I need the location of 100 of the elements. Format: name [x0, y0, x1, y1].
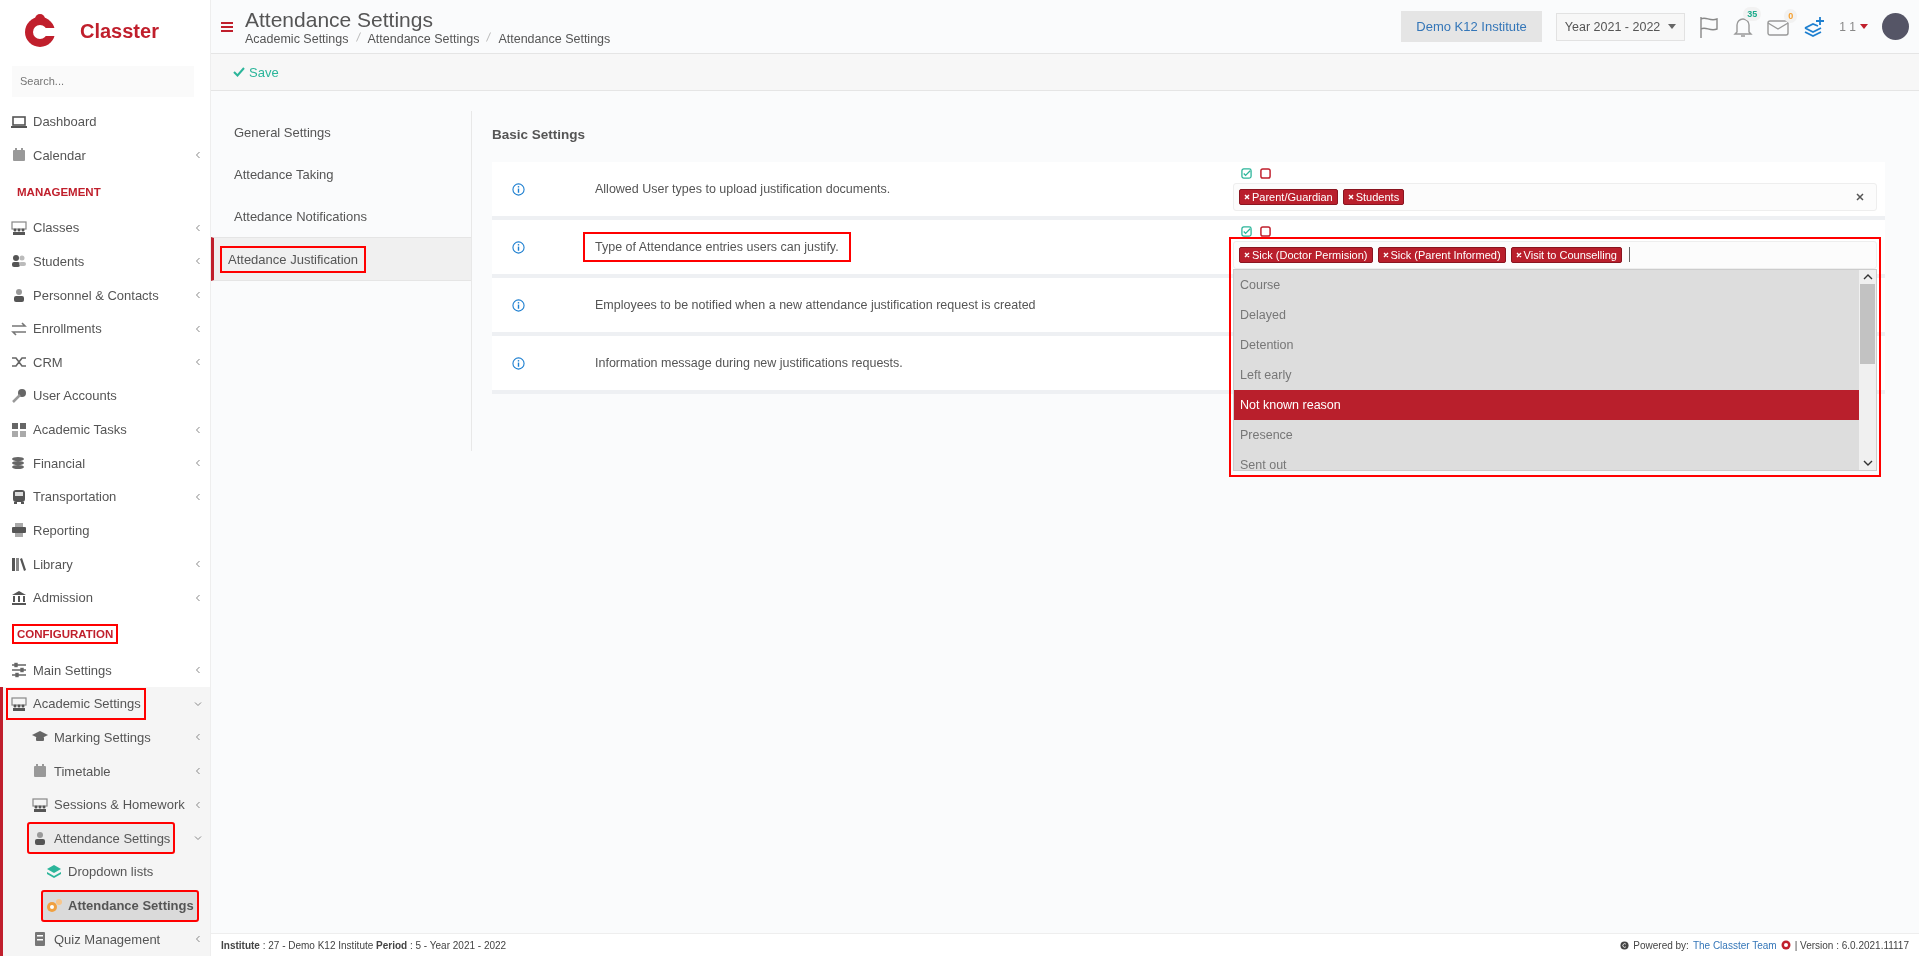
books-icon	[11, 556, 27, 573]
layers-icon	[46, 863, 62, 880]
envelope-icon[interactable]	[1767, 17, 1790, 36]
bus-icon	[11, 488, 27, 505]
person-icon	[32, 830, 48, 847]
section-heading: CONFIGURATION	[12, 623, 119, 644]
flag-icon[interactable]	[1699, 15, 1720, 38]
section-heading: MANAGEMENT	[16, 184, 102, 200]
info-icon[interactable]	[512, 356, 525, 370]
list-icon	[32, 931, 48, 948]
team-link[interactable]: The Classter Team	[1692, 939, 1777, 951]
multi-select-field[interactable]: Sick (Doctor Permision) Sick (Parent Informed) Visit to Counselling	[1233, 240, 1877, 269]
bell-icon[interactable]	[1733, 15, 1754, 38]
remove-icon[interactable]	[1515, 251, 1522, 258]
sidebar-item[interactable]: Enrollments	[6, 312, 202, 345]
notification-badge: 35	[1743, 6, 1762, 21]
menu-icon[interactable]	[221, 21, 233, 32]
sidebar-item[interactable]: CRM	[6, 346, 202, 379]
tag[interactable]: Visit to Counselling	[1510, 246, 1622, 263]
scroll-down-icon[interactable]	[1862, 459, 1873, 466]
info-icon[interactable]	[512, 298, 525, 312]
sidebar-item[interactable]: Admission	[6, 581, 202, 614]
sidebar-item[interactable]: Academic Settings	[6, 687, 146, 720]
sidebar-item[interactable]: Transportation	[6, 480, 202, 513]
message-badge: 0	[1784, 8, 1798, 23]
settings-tab[interactable]: Attedance Taking	[226, 160, 342, 188]
institute-button[interactable]: Demo K12 Institute	[1401, 11, 1542, 42]
sidebar-item[interactable]: Classes	[6, 211, 202, 244]
check-icon	[233, 67, 245, 77]
sidebar-item[interactable]: Dashboard	[6, 105, 202, 138]
search-field[interactable]: Search...	[12, 65, 194, 97]
tag[interactable]: Sick (Parent Informed)	[1377, 246, 1506, 263]
breadcrumb-link[interactable]: Academic Settings	[245, 31, 349, 46]
dropdown-option[interactable]: Not known reason	[1234, 389, 1859, 420]
classes-icon	[11, 695, 27, 712]
sidebar-item[interactable]: Reporting	[6, 514, 202, 547]
setting-label: Allowed User types to upload justification documents.	[594, 181, 892, 198]
sidebar-item[interactable]: Financial	[6, 447, 202, 480]
scrollbar[interactable]	[1859, 269, 1876, 470]
sidebar-item[interactable]: Academic Tasks	[6, 413, 202, 446]
sidebar-item[interactable]: Students	[6, 245, 202, 278]
deselect-all-icon[interactable]	[1260, 167, 1271, 179]
deselect-all-icon[interactable]	[1260, 225, 1271, 237]
setting-label: Information message during new justifications requests.	[594, 355, 904, 372]
sidebar-item[interactable]: Attendance Settings	[41, 889, 199, 922]
remove-icon[interactable]	[1382, 251, 1389, 258]
caret-icon[interactable]	[1860, 24, 1868, 29]
people-icon	[11, 253, 27, 270]
info-icon[interactable]	[512, 240, 525, 254]
sidebar-item[interactable]: Personnel & Contacts	[6, 279, 202, 312]
setting-label: Type of Attendance entries users can justify.	[583, 232, 851, 262]
brand-name: Classter	[80, 20, 159, 44]
version-text: | Version : 6.0.2021.11117	[1794, 939, 1909, 951]
coins-icon	[11, 455, 27, 472]
tag[interactable]: Sick (Doctor Permision)	[1239, 246, 1373, 263]
classes-icon	[11, 219, 27, 236]
arrows-icon	[11, 320, 27, 337]
person-icon	[11, 287, 27, 304]
select-all-icon[interactable]	[1241, 225, 1252, 237]
sidebar-item[interactable]: Main Settings	[6, 654, 202, 687]
sidebar-item[interactable]: Attendance Settings	[27, 822, 176, 855]
tag[interactable]: Students	[1342, 188, 1405, 205]
remove-icon[interactable]	[1244, 251, 1250, 258]
clear-icon[interactable]	[1856, 192, 1864, 201]
sidebar-item[interactable]: Calendar	[6, 139, 202, 172]
key-icon	[11, 387, 27, 404]
page-title: Attendance Settings	[245, 7, 434, 32]
remove-icon[interactable]	[1244, 193, 1250, 200]
board-icon	[32, 796, 48, 813]
sidebar-item[interactable]: Library	[6, 548, 202, 581]
select-all-icon[interactable]	[1241, 167, 1252, 179]
info-icon[interactable]	[512, 182, 525, 196]
grid-icon	[11, 421, 27, 438]
sidebar-item[interactable]: User Accounts	[6, 379, 202, 412]
breadcrumb-link[interactable]: Attendance Settings	[367, 31, 480, 46]
settings-tab[interactable]: General Settings	[226, 118, 339, 146]
gears-icon	[46, 897, 62, 914]
sliders-icon	[11, 662, 27, 679]
tag[interactable]: Parent/Guardian	[1239, 188, 1338, 205]
section-title: Basic Settings	[492, 127, 586, 142]
calendar-icon	[11, 147, 27, 164]
breadcrumb-separator-icon	[486, 31, 492, 42]
printer-icon	[11, 522, 27, 539]
caret-icon	[1668, 24, 1677, 29]
powered-by-text: Powered by:	[1633, 939, 1689, 951]
logo-icon	[1780, 940, 1791, 950]
settings-tab[interactable]: Attedance Justification	[220, 245, 367, 273]
scroll-up-icon[interactable]	[1862, 273, 1873, 280]
laptop-icon	[11, 113, 27, 130]
setting-label: Employees to be notified when a new attendance justification request is created	[594, 297, 1037, 314]
text-cursor	[1628, 247, 1630, 262]
layers-plus-icon[interactable]	[1803, 15, 1826, 38]
avatar[interactable]	[1882, 13, 1909, 40]
remove-icon[interactable]	[1347, 193, 1354, 200]
breadcrumb-link[interactable]: Attendance Settings	[498, 31, 611, 46]
year-dropdown[interactable]: Year 2021 - 2022	[1555, 12, 1686, 41]
footer-info: Institute : 27 - Demo K12 Institute Period : 5 - Year 2021 - 2022	[221, 939, 507, 951]
settings-tab[interactable]: Attedance Notifications	[226, 202, 375, 230]
multi-select-field[interactable]: Parent/Guardian Students	[1233, 182, 1877, 211]
copyright-icon	[1620, 940, 1630, 950]
